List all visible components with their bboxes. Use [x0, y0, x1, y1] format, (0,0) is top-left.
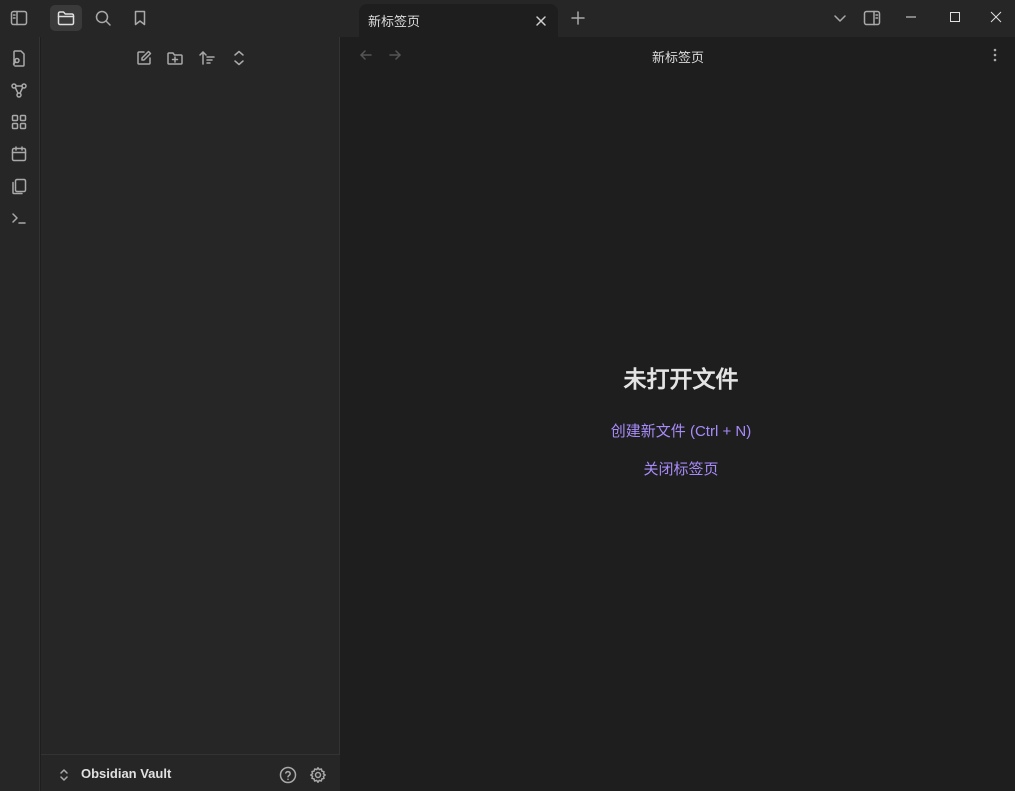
close-window-button[interactable] — [976, 0, 1015, 34]
templates-button[interactable] — [6, 173, 32, 199]
view-title: 新标签页 — [651, 50, 704, 65]
maximize-icon — [950, 12, 960, 22]
bookmark-icon — [134, 10, 146, 26]
canvas-icon — [11, 114, 27, 130]
bookmarks-tab-button[interactable] — [124, 5, 156, 31]
new-folder-button[interactable] — [162, 46, 188, 70]
vault-switcher-bar: Obsidian Vault — [41, 754, 340, 791]
view-header: 新标签页 — [341, 37, 1015, 75]
command-palette-icon — [12, 213, 26, 224]
chevron-down-icon — [834, 15, 846, 22]
new-note-button[interactable] — [131, 46, 157, 70]
file-explorer-panel — [41, 37, 340, 791]
settings-button[interactable] — [309, 766, 327, 784]
chevrons-up-down-icon — [60, 769, 68, 781]
tab-list-button[interactable] — [829, 8, 851, 28]
more-options-button[interactable] — [987, 47, 1003, 63]
ribbon — [0, 37, 40, 791]
tab-new-tab[interactable]: 新标签页 — [359, 4, 558, 37]
right-sidebar-toggle-button[interactable] — [860, 7, 884, 29]
search-icon — [95, 10, 111, 26]
templates-icon — [12, 178, 27, 195]
graph-icon — [11, 83, 27, 98]
open-quick-switcher-icon — [12, 50, 25, 67]
daily-note-icon — [11, 146, 27, 162]
help-icon — [279, 766, 297, 784]
sidebar-header — [0, 0, 340, 37]
close-tab-link[interactable]: 关闭标签页 — [341, 458, 1015, 479]
maximize-button[interactable] — [932, 0, 978, 34]
new-tab-button[interactable] — [566, 7, 590, 29]
quick-switcher-button[interactable] — [6, 45, 32, 71]
sort-icon — [199, 51, 215, 65]
new-note-icon — [137, 50, 152, 65]
create-new-file-link[interactable]: 创建新文件 (Ctrl + N) — [341, 420, 1015, 441]
files-tab-button[interactable] — [50, 5, 82, 31]
more-vertical-icon — [993, 48, 997, 62]
sidebar-left-icon — [10, 10, 28, 26]
search-tab-button[interactable] — [87, 5, 119, 31]
vault-name[interactable]: Obsidian Vault — [81, 766, 171, 781]
tab-close-button[interactable] — [530, 10, 552, 32]
command-palette-button[interactable] — [6, 205, 32, 231]
empty-state-title: 未打开文件 — [623, 366, 739, 392]
sidebar-right-icon — [863, 10, 881, 26]
x-icon — [536, 15, 546, 26]
collapse-all-button[interactable] — [226, 46, 252, 70]
plus-icon — [571, 11, 585, 25]
folder-icon — [57, 11, 75, 26]
new-folder-icon — [167, 52, 183, 65]
close-icon — [990, 11, 1001, 23]
daily-note-button[interactable] — [6, 141, 32, 167]
vault-switcher-button[interactable] — [57, 768, 71, 782]
canvas-button[interactable] — [6, 109, 32, 135]
minimize-icon — [906, 16, 916, 18]
sort-button[interactable] — [194, 46, 220, 70]
minimize-button[interactable] — [888, 0, 934, 34]
empty-state: 未打开文件 创建新文件 (Ctrl + N) 关闭标签页 — [341, 360, 1015, 496]
gear-icon — [310, 767, 326, 783]
help-button[interactable] — [279, 766, 297, 784]
tab-title: 新标签页 — [368, 14, 421, 29]
collapse-all-icon — [234, 50, 244, 66]
sidebar-toggle-button[interactable] — [3, 5, 35, 31]
graph-view-button[interactable] — [6, 77, 32, 103]
